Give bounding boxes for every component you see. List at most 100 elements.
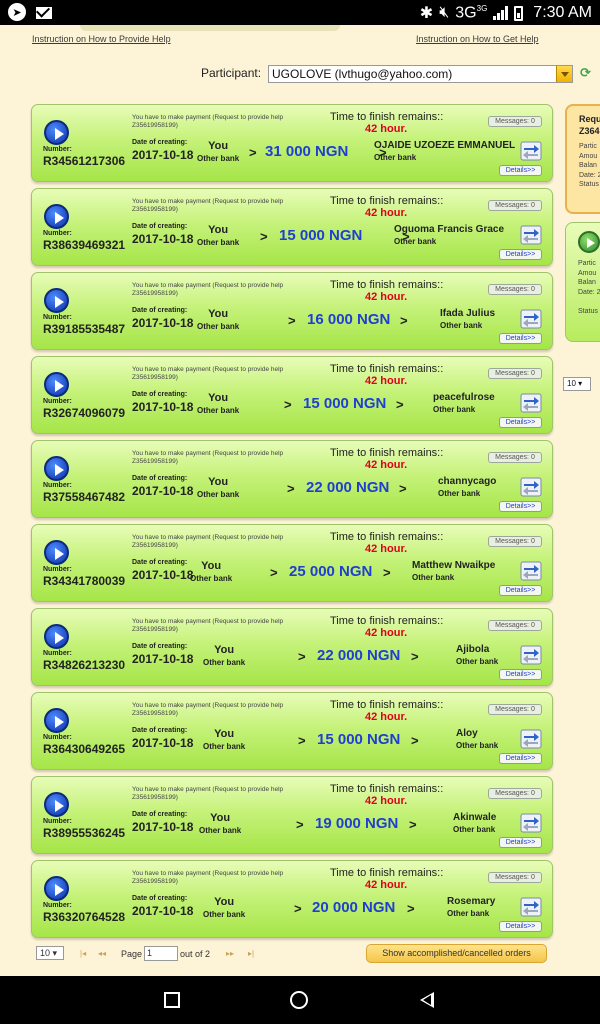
page-size-select[interactable]: 10 ▾ <box>36 946 64 960</box>
details-button[interactable]: Details>> <box>499 249 542 260</box>
order-card: Number: R38955536245 You have to make pa… <box>31 776 553 854</box>
prev-page-icon[interactable]: ◂◂ <box>98 949 106 958</box>
play-icon[interactable] <box>44 708 69 733</box>
side-page-size-select[interactable]: 10 ▾ <box>563 377 591 391</box>
request-card-details: Partic Amou Balan Date: 2 Status <box>579 143 600 188</box>
messages-button[interactable]: Messages: 0 <box>488 368 542 379</box>
play-icon[interactable] <box>578 231 600 253</box>
status-bar: ➤ ✱ 🔇︎ 3G3G 7:30 AM <box>0 0 600 25</box>
details-button[interactable]: Details>> <box>499 501 542 512</box>
recipient-bank: Other bank <box>394 237 437 246</box>
chevron-down-icon[interactable] <box>556 66 572 82</box>
order-date: 2017-10-18 <box>132 148 194 162</box>
sender-name: You <box>208 392 229 404</box>
order-number: R36430649265 <box>43 742 126 756</box>
request-card[interactable]: Requ Z364 Partic Amou Balan Date: 2 Stat… <box>565 104 600 214</box>
arrow-icon: > <box>411 733 419 748</box>
play-icon[interactable] <box>44 288 69 313</box>
transfer-icon[interactable] <box>520 393 542 413</box>
provide-help-instruction-link[interactable]: Instruction on How to Provide Help <box>32 34 171 44</box>
sender-bank: Other bank <box>197 322 240 331</box>
messages-button[interactable]: Messages: 0 <box>488 872 542 883</box>
order-card: Number: R38639469321 You have to make pa… <box>31 188 553 266</box>
page-number-input[interactable]: 1 <box>144 946 178 961</box>
show-accomplished-button[interactable]: Show accomplished/cancelled orders <box>366 944 547 963</box>
play-icon[interactable] <box>44 624 69 649</box>
sender: You Other bank <box>199 812 241 835</box>
date-label: Date of creating: <box>132 139 188 146</box>
sender-bank: Other bank <box>197 238 240 247</box>
arrow-icon: > <box>411 649 419 664</box>
details-button[interactable]: Details>> <box>499 837 542 848</box>
details-button[interactable]: Details>> <box>499 165 542 176</box>
recipient-name: peacefulrose <box>433 392 495 403</box>
details-button[interactable]: Details>> <box>499 669 542 680</box>
transfer-icon[interactable] <box>520 729 542 749</box>
transfer-icon[interactable] <box>520 897 542 917</box>
side-order-card[interactable]: Partic Amou Balan Date: 2 Status <box>565 222 600 342</box>
mute-icon: 🔇︎ <box>439 4 450 21</box>
transfer-icon[interactable] <box>520 561 542 581</box>
number-label: Number: <box>43 902 72 909</box>
messages-button[interactable]: Messages: 0 <box>488 284 542 295</box>
details-button[interactable]: Details>> <box>499 417 542 428</box>
arrow-icon: > <box>288 313 296 328</box>
messages-button[interactable]: Messages: 0 <box>488 704 542 715</box>
payment-note: You have to make payment (Request to pro… <box>132 450 284 465</box>
play-icon[interactable] <box>44 540 69 565</box>
order-number: R34341780039 <box>43 574 126 588</box>
sender-name: You <box>214 896 235 908</box>
details-button[interactable]: Details>> <box>499 753 542 764</box>
order-date: 2017-10-18 <box>132 904 194 918</box>
payment-note: You have to make payment (Request to pro… <box>132 786 284 801</box>
payment-note: You have to make payment (Request to pro… <box>132 282 284 297</box>
transfer-icon[interactable] <box>520 141 542 161</box>
time-remaining-label: Time to finish remains:: <box>330 447 444 459</box>
page-total: out of 2 <box>180 949 211 959</box>
number-label: Number: <box>43 818 72 825</box>
refresh-icon[interactable]: ⟳ <box>580 66 592 79</box>
transfer-icon[interactable] <box>520 477 542 497</box>
messages-button[interactable]: Messages: 0 <box>488 200 542 211</box>
messages-button[interactable]: Messages: 0 <box>488 788 542 799</box>
get-help-instruction-link[interactable]: Instruction on How to Get Help <box>416 34 539 44</box>
transfer-icon[interactable] <box>520 225 542 245</box>
play-icon[interactable] <box>44 204 69 229</box>
messages-button[interactable]: Messages: 0 <box>488 536 542 547</box>
sender-bank: Other bank <box>197 406 240 415</box>
play-icon[interactable] <box>44 456 69 481</box>
play-icon[interactable] <box>44 792 69 817</box>
time-remaining: 42 hour. <box>365 459 408 471</box>
sender-bank: Other bank <box>203 910 246 919</box>
request-card-title: Requ <box>579 114 600 124</box>
recipient-name: OJAIDE UZOEZE EMMANUEL <box>374 140 516 151</box>
details-button[interactable]: Details>> <box>499 333 542 344</box>
transfer-icon[interactable] <box>520 645 542 665</box>
amount: 22 000 NGN <box>317 647 401 664</box>
back-icon[interactable] <box>420 992 434 1008</box>
details-button[interactable]: Details>> <box>499 921 542 932</box>
transfer-icon[interactable] <box>520 309 542 329</box>
transfer-icon[interactable] <box>520 813 542 833</box>
participant-select[interactable]: UGOLOVE (lvthugo@yahoo.com) <box>268 65 573 83</box>
next-page-icon[interactable]: ▸▸ <box>226 949 234 958</box>
home-icon[interactable] <box>290 991 308 1009</box>
play-icon[interactable] <box>44 120 69 145</box>
time-remaining: 42 hour. <box>365 375 408 387</box>
messages-button[interactable]: Messages: 0 <box>488 452 542 463</box>
play-icon[interactable] <box>44 876 69 901</box>
sender-bank: Other bank <box>199 826 242 835</box>
messages-button[interactable]: Messages: 0 <box>488 116 542 127</box>
first-page-icon[interactable]: |◂ <box>80 949 86 958</box>
arrow-icon: > <box>298 649 306 664</box>
date-label: Date of creating: <box>132 895 188 902</box>
time-remaining-label: Time to finish remains:: <box>330 195 444 207</box>
order-number: R38639469321 <box>43 238 126 252</box>
messages-button[interactable]: Messages: 0 <box>488 620 542 631</box>
details-button[interactable]: Details>> <box>499 585 542 596</box>
recent-apps-icon[interactable] <box>164 992 180 1008</box>
play-icon[interactable] <box>44 372 69 397</box>
time-remaining-label: Time to finish remains:: <box>330 615 444 627</box>
date-label: Date of creating: <box>132 391 188 398</box>
last-page-icon[interactable]: ▸| <box>248 949 254 958</box>
